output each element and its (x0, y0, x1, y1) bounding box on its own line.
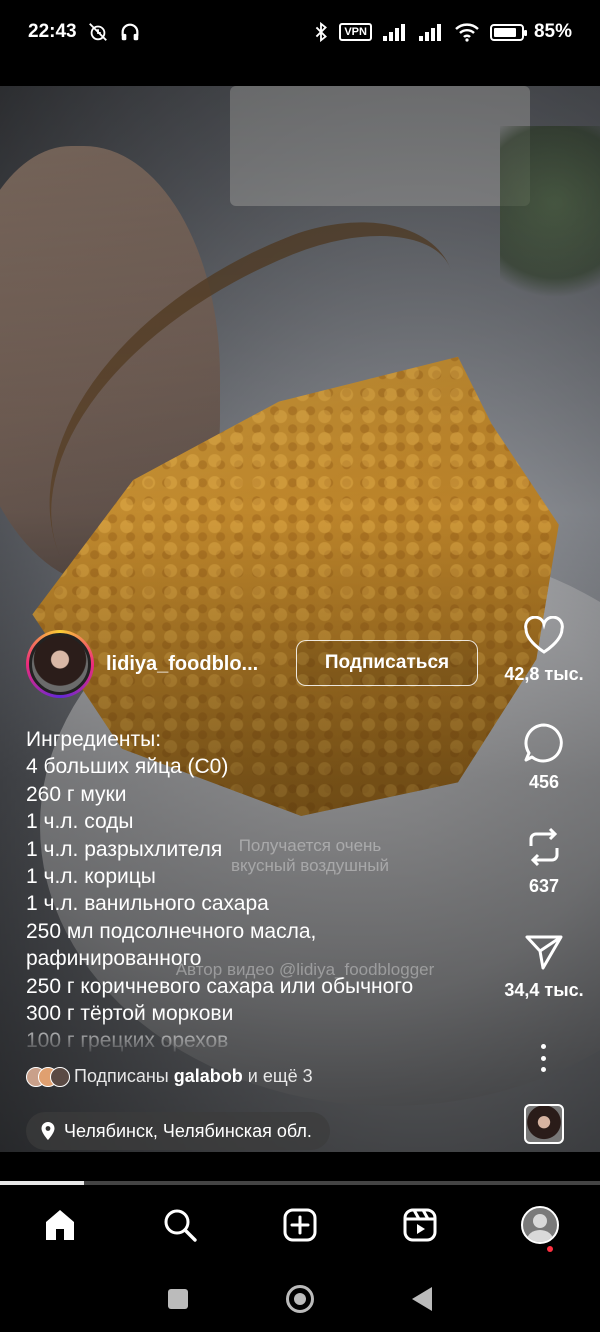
recent-apps-button[interactable] (168, 1288, 188, 1309)
search-icon[interactable] (162, 1207, 198, 1243)
description-line: 260 г муки (26, 782, 127, 806)
author-avatar[interactable] (26, 630, 94, 698)
comment-icon[interactable] (523, 722, 565, 764)
description-line: 250 г коричневого сахара или обычного (26, 974, 414, 998)
description-line: рафинированного (26, 947, 202, 971)
heart-icon[interactable] (523, 616, 565, 656)
nav-reels[interactable] (390, 1195, 450, 1255)
location-chip[interactable]: Челябинск, Челябинская обл. (26, 1112, 330, 1150)
follower-name: galabob (173, 1066, 243, 1086)
battery-icon (489, 23, 527, 41)
bottom-nav (0, 1185, 600, 1265)
description-line: 300 г тёртой моркови (26, 1002, 234, 1026)
status-time: 22:43 (28, 21, 77, 42)
signal-icon (382, 24, 405, 41)
nav-profile[interactable] (510, 1195, 570, 1255)
followed-by-row[interactable]: Подписаны galabob и ещё 3 (26, 1066, 313, 1087)
comment-action[interactable]: 456 (494, 722, 594, 793)
repost-count: 637 (528, 876, 560, 896)
comment-count: 456 (528, 772, 560, 792)
follow-button[interactable]: Подписаться (296, 640, 478, 686)
follower-avatars (26, 1066, 70, 1087)
profile-avatar[interactable] (521, 1206, 559, 1244)
description-line: 250 мл подсолнечного масла, (26, 919, 317, 943)
system-nav-bar (0, 1265, 600, 1332)
wifi-icon (455, 23, 479, 42)
author-row[interactable]: lidiya_foodblo... (26, 630, 258, 698)
home-icon[interactable] (42, 1207, 78, 1243)
share-count: 34,4 тыс. (504, 980, 584, 1000)
battery-percent: 85% (533, 21, 572, 42)
home-button[interactable] (286, 1284, 314, 1313)
back-button[interactable] (412, 1286, 432, 1311)
description-line: 100 г грецких орехов (26, 1029, 229, 1053)
notification-dot (547, 1246, 553, 1252)
status-bar: 22:43 VPN 85% (0, 0, 600, 64)
description-line: 1 ч.л. соды (26, 810, 134, 834)
audio-thumbnail[interactable] (524, 1104, 564, 1144)
send-icon[interactable] (524, 932, 564, 972)
description-line: 1 ч.л. разрыхлителя (26, 837, 223, 861)
nav-search[interactable] (150, 1195, 210, 1255)
nav-create[interactable] (270, 1195, 330, 1255)
description-line: Ингредиенты: (26, 728, 162, 751)
bluetooth-icon (316, 21, 328, 43)
post-description[interactable]: Ингредиенты: 4 больших яйца (С0) 260 г мук… (26, 726, 496, 1056)
followed-by-text: Подписаны galabob и ещё 3 (74, 1066, 313, 1086)
location-text: Челябинск, Челябинская обл. (64, 1120, 312, 1141)
description-line: 1 ч.л. корицы (26, 865, 156, 889)
author-username[interactable]: lidiya_foodblo... (106, 653, 258, 676)
vpn-indicator: VPN (339, 23, 372, 41)
add-post-icon[interactable] (282, 1207, 318, 1243)
repost-action[interactable]: 637 (494, 826, 594, 897)
reels-icon[interactable] (402, 1207, 438, 1243)
alarm-off-icon (88, 23, 107, 41)
like-count: 42,8 тыс. (504, 664, 584, 684)
description-line: 4 больших яйца (С0) (26, 755, 229, 779)
signal-icon-2 (418, 24, 441, 41)
more-options-icon[interactable] (531, 1040, 555, 1076)
repost-icon[interactable] (525, 826, 563, 868)
headphones-icon (121, 23, 139, 41)
like-action[interactable]: 42,8 тыс. (494, 616, 594, 685)
location-pin-icon (41, 1122, 55, 1140)
nav-home[interactable] (30, 1195, 90, 1255)
share-action[interactable]: 34,4 тыс. (494, 932, 594, 1001)
description-line: 1 ч.л. ванильного сахара (26, 892, 269, 916)
